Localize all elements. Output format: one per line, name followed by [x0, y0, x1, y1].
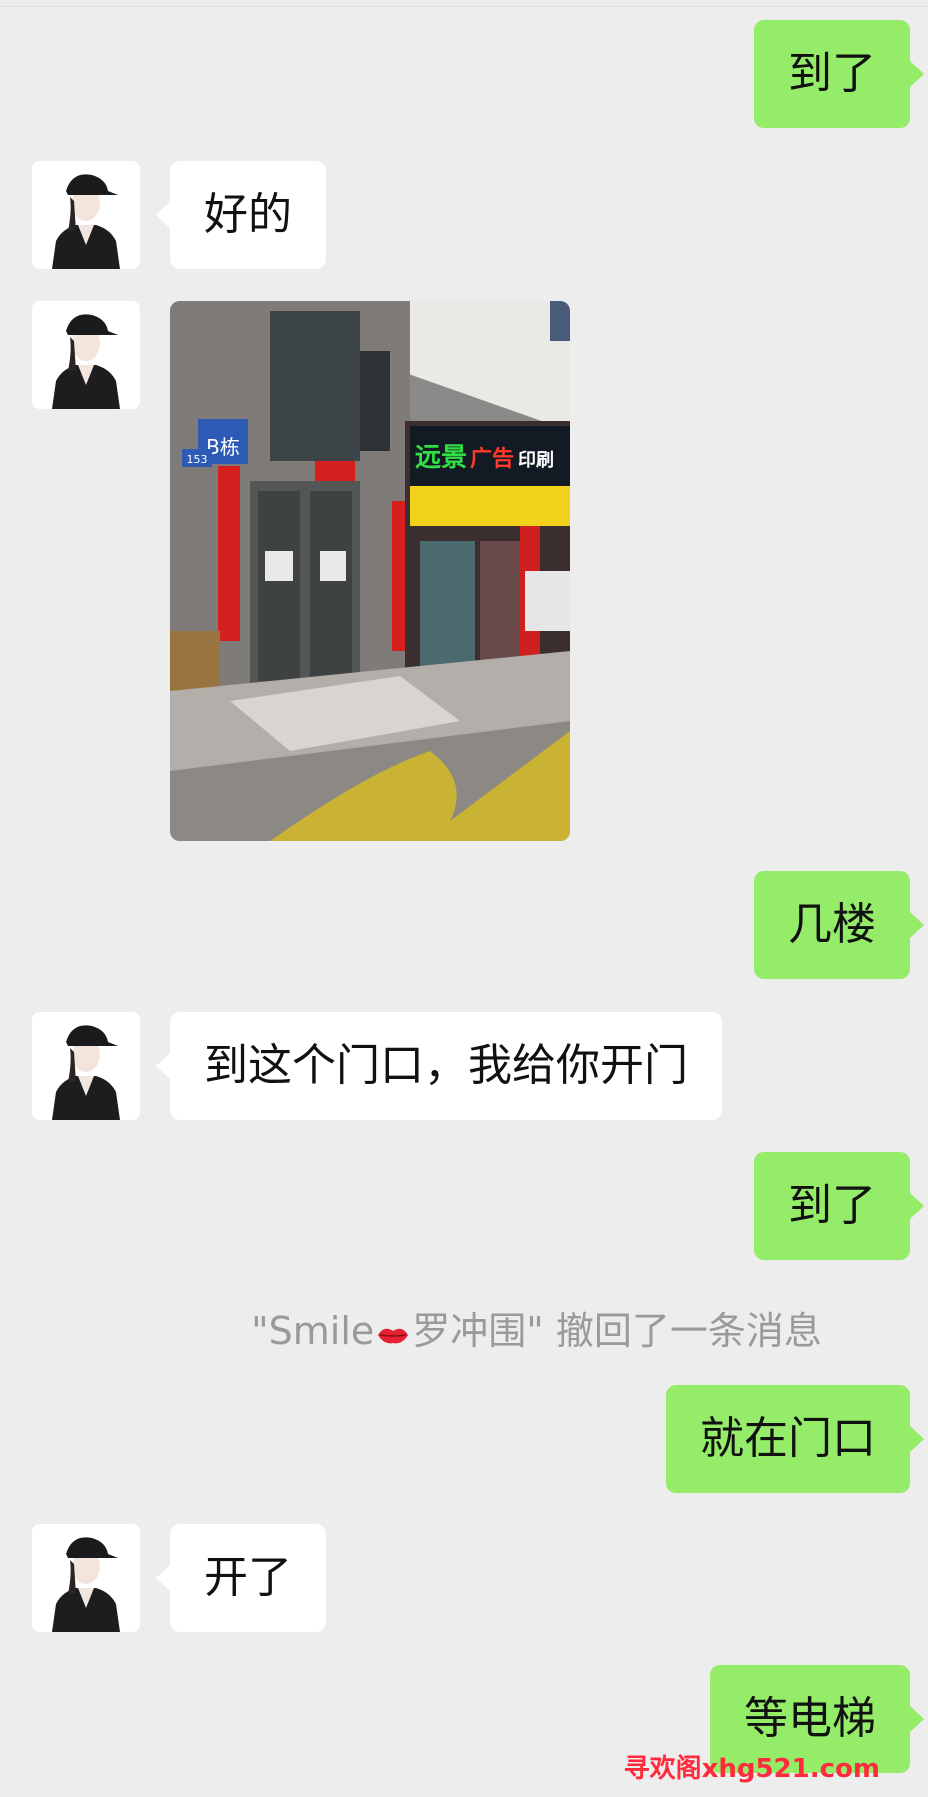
- shop-sign-print: 印刷: [518, 450, 554, 471]
- message-bubble-incoming[interactable]: 到这个门口，我给你开门: [156, 1012, 722, 1120]
- message-text: 好的: [204, 189, 292, 240]
- message-bubble-incoming[interactable]: 开了: [156, 1524, 326, 1632]
- message-text: 几楼: [788, 899, 876, 950]
- avatar[interactable]: [32, 161, 140, 269]
- avatar[interactable]: [32, 1524, 140, 1632]
- number-label: 153: [187, 453, 208, 466]
- avatar[interactable]: [32, 301, 140, 409]
- message-bubble-incoming[interactable]: 好的: [156, 161, 326, 269]
- message-text: 到了: [788, 1180, 876, 1231]
- recall-text-end: 罗冲围" 撤回了一条消息: [412, 1309, 822, 1353]
- recall-notice: "Smile 罗冲围" 撤回了一条消息: [0, 1300, 928, 1356]
- message-bubble-outgoing[interactable]: 就在门口: [666, 1385, 924, 1493]
- watermark: 寻欢阁xhg521.com: [623, 1754, 880, 1784]
- avatar-person-icon: [32, 301, 140, 409]
- shop-sign-main: 远景: [415, 443, 467, 473]
- message-text: 等电梯: [744, 1693, 876, 1744]
- message-bubble-outgoing[interactable]: 到了: [754, 20, 924, 128]
- avatar-person-icon: [32, 1524, 140, 1632]
- recall-text-start: "Smile: [251, 1309, 375, 1353]
- divider: [0, 6, 928, 7]
- message-bubble-outgoing[interactable]: 几楼: [754, 871, 924, 979]
- chat-view: 到了 好的 B栋 153 远景 广告 印刷 几楼 到这个门口，我给你开门 到了 …: [0, 0, 928, 1797]
- avatar-person-icon: [32, 161, 140, 269]
- storefront-photo: B栋 153 远景 广告 印刷: [170, 301, 570, 841]
- message-text: 就在门口: [700, 1413, 876, 1464]
- message-bubble-outgoing[interactable]: 到了: [754, 1152, 924, 1260]
- avatar-person-icon: [32, 1012, 140, 1120]
- avatar[interactable]: [32, 1012, 140, 1120]
- lips-emoji-icon: [376, 1312, 410, 1356]
- message-text: 开了: [204, 1552, 292, 1603]
- shop-sign-ad: 广告: [470, 446, 514, 472]
- message-text: 到这个门口，我给你开门: [204, 1040, 688, 1091]
- message-text: 到了: [788, 48, 876, 99]
- image-message[interactable]: B栋 153 远景 广告 印刷: [170, 301, 570, 841]
